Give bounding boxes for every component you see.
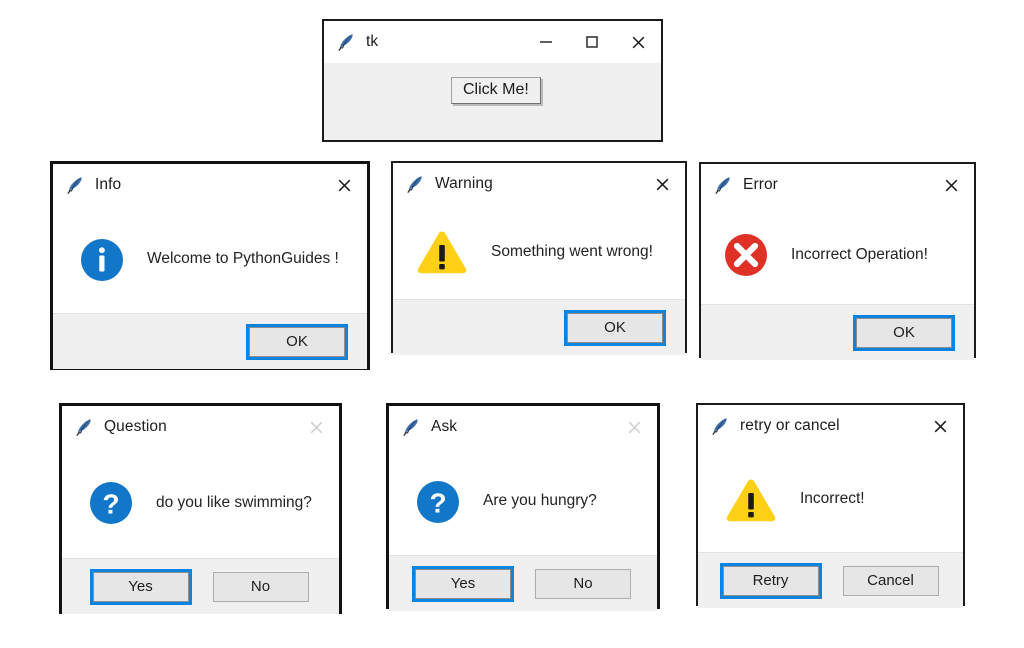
dialog-info-body: Welcome to PythonGuides ! <box>53 206 367 313</box>
dialog-error: Error Incorrect Operation! OK <box>699 162 976 360</box>
feather-icon <box>709 415 731 437</box>
dialog-warning-close-button[interactable] <box>639 163 685 205</box>
svg-text:?: ? <box>102 489 119 520</box>
dialog-question-message: do you like swimming? <box>156 493 312 511</box>
dialog-question-yes-button[interactable]: Yes <box>89 568 192 605</box>
dialog-error-titlebar: Error <box>701 164 974 206</box>
dialog-info-titlebar: Info <box>53 164 367 206</box>
dialog-warning: Warning Something went wrong! OK <box>391 161 687 355</box>
dialog-warning-footer: OK <box>393 299 685 355</box>
dialog-ask-footer: Yes No <box>389 555 657 611</box>
dialog-retry-cancel-button[interactable]: Cancel <box>842 565 939 596</box>
dialog-warning-message: Something went wrong! <box>491 242 653 260</box>
dialog-retry-message: Incorrect! <box>800 490 865 508</box>
main-window: tk Click Me! <box>322 19 663 142</box>
dialog-retry-title: retry or cancel <box>740 417 840 434</box>
close-icon <box>336 177 353 194</box>
minimize-button[interactable] <box>523 21 569 63</box>
feather-icon <box>64 174 86 196</box>
dialog-error-ok-button[interactable]: OK <box>853 314 955 351</box>
close-icon <box>932 418 949 435</box>
dialog-error-controls <box>928 164 974 206</box>
question-icon: ? <box>415 479 461 525</box>
dialog-ask-no-button[interactable]: No <box>535 568 631 599</box>
dialog-info-title: Info <box>95 176 122 193</box>
dialog-ask-yes-button[interactable]: Yes <box>412 565 514 602</box>
dialog-question-close-button <box>293 406 339 448</box>
dialog-info-message: Welcome to PythonGuides ! <box>147 250 339 268</box>
dialog-question: Question? do you like swimming? Yes No <box>59 403 342 614</box>
feather-icon <box>400 416 422 438</box>
main-window-title: tk <box>366 33 379 50</box>
dialog-retry-body: Incorrect! <box>698 447 963 552</box>
dialog-error-title: Error <box>743 176 778 193</box>
close-icon <box>626 419 643 436</box>
dialog-ask-controls <box>611 406 657 448</box>
close-button[interactable] <box>615 21 661 63</box>
dialog-ask-message: Are you hungry? <box>483 492 597 510</box>
dialog-warning-controls <box>639 163 685 205</box>
close-icon <box>654 176 671 193</box>
info-icon <box>79 237 125 283</box>
feather-icon <box>404 173 426 195</box>
dialog-error-footer: OK <box>701 304 974 360</box>
dialog-question-titlebar: Question <box>62 406 339 448</box>
dialog-warning-ok-button[interactable]: OK <box>564 309 666 346</box>
warning-icon <box>415 228 469 276</box>
dialog-question-no-button[interactable]: No <box>212 571 309 602</box>
dialog-info: Info Welcome to PythonGuides ! OK <box>50 161 370 370</box>
main-window-body: Click Me! <box>324 63 661 140</box>
dialog-info-close-button[interactable] <box>321 164 367 206</box>
svg-text:?: ? <box>429 487 446 518</box>
dialog-ask-body: ? Are you hungry? <box>389 448 657 555</box>
dialog-question-footer: Yes No <box>62 558 339 614</box>
dialog-question-controls <box>293 406 339 448</box>
feather-icon <box>335 31 357 53</box>
dialog-question-body: ? do you like swimming? <box>62 448 339 558</box>
dialog-warning-title: Warning <box>435 175 493 192</box>
feather-icon <box>73 416 95 438</box>
main-window-controls <box>523 21 661 63</box>
dialog-error-close-button[interactable] <box>928 164 974 206</box>
feather-icon <box>712 174 734 196</box>
dialog-error-body: Incorrect Operation! <box>701 206 974 304</box>
close-icon <box>943 177 960 194</box>
minimize-icon <box>538 34 554 50</box>
close-icon <box>630 34 647 51</box>
dialog-ask-close-button <box>611 406 657 448</box>
dialog-retry-controls <box>917 405 963 447</box>
click-me-button[interactable]: Click Me! <box>451 77 541 105</box>
close-icon <box>308 419 325 436</box>
error-icon <box>723 232 769 278</box>
screenshot-root: tk Click Me! Info Welcome to PythonGuide… <box>0 0 1024 648</box>
dialog-warning-titlebar: Warning <box>393 163 685 205</box>
dialog-ask-title: Ask <box>431 418 458 435</box>
dialog-retry-retry-button[interactable]: Retry <box>719 562 822 599</box>
dialog-ask: Ask? Are you hungry? Yes No <box>386 403 660 611</box>
dialog-question-title: Question <box>104 418 167 435</box>
dialog-ask-titlebar: Ask <box>389 406 657 448</box>
dialog-retry: retry or cancel Incorrect! Retry Cancel <box>696 403 965 608</box>
dialog-warning-body: Something went wrong! <box>393 205 685 299</box>
warning-icon <box>724 476 778 524</box>
main-window-titlebar: tk <box>324 21 661 63</box>
dialog-retry-titlebar: retry or cancel <box>698 405 963 447</box>
dialog-error-message: Incorrect Operation! <box>791 245 928 263</box>
dialog-retry-footer: Retry Cancel <box>698 552 963 608</box>
question-icon: ? <box>88 480 134 526</box>
maximize-icon <box>584 34 600 50</box>
dialog-info-footer: OK <box>53 313 367 369</box>
dialog-info-ok-button[interactable]: OK <box>246 323 348 360</box>
dialog-retry-close-button[interactable] <box>917 405 963 447</box>
dialog-info-controls <box>321 164 367 206</box>
maximize-button[interactable] <box>569 21 615 63</box>
